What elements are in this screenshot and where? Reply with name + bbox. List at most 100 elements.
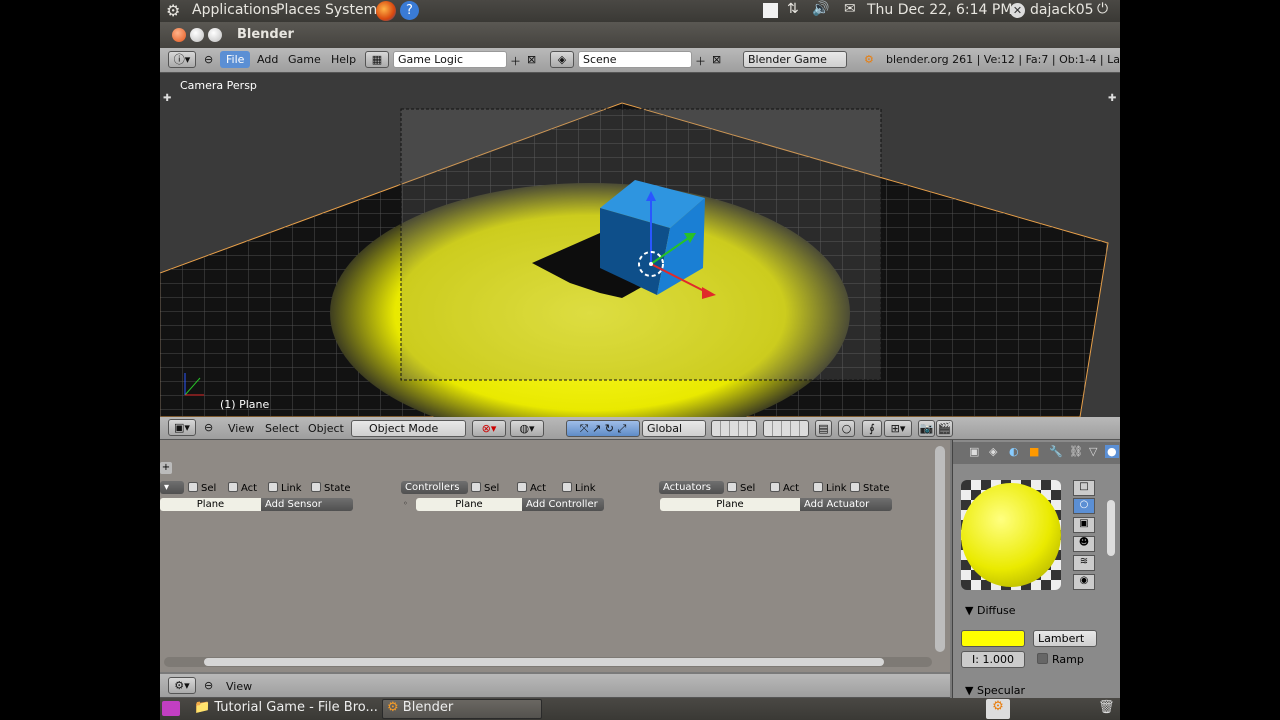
sensors-dropdown[interactable]: ▾ xyxy=(160,481,184,494)
minimize-window-button[interactable] xyxy=(190,28,204,42)
delete-scene-icon[interactable]: ⊠ xyxy=(712,53,721,66)
scene-icon[interactable]: ◈ xyxy=(550,51,574,68)
add-actuator-button[interactable]: Add Actuator xyxy=(800,498,892,511)
scene-tab-icon[interactable]: ◈ xyxy=(989,445,997,458)
clock[interactable]: Thu Dec 22, 6:14 PM xyxy=(867,2,1012,18)
ubuntu-logo-icon[interactable]: ⚙ xyxy=(166,1,180,20)
controllers-link-check[interactable]: Link xyxy=(562,482,595,494)
menu-game[interactable]: Game xyxy=(288,53,321,66)
add-scene-icon[interactable]: ＋ xyxy=(695,53,706,69)
add-controller-button[interactable]: Add Controller xyxy=(522,498,604,511)
menu-select[interactable]: Select xyxy=(265,422,299,435)
taskbar-item-blender[interactable]: ⚙ Blender xyxy=(382,699,542,719)
interaction-mode-select[interactable]: Object Mode xyxy=(351,420,466,437)
preview-monkey-button[interactable]: ☻ xyxy=(1073,536,1095,552)
controllers-act-check[interactable]: Act xyxy=(517,482,546,494)
preview-cube-button[interactable]: ▣ xyxy=(1073,517,1095,533)
volume-icon[interactable]: 🔊 xyxy=(812,1,829,17)
vertical-scrollbar[interactable] xyxy=(935,446,945,652)
controller-pin-icon[interactable]: ◦ xyxy=(403,499,408,508)
corner-plus-icon[interactable]: ✚ xyxy=(163,93,171,104)
layers-grid-1[interactable] xyxy=(711,420,757,437)
show-desktop-icon[interactable] xyxy=(162,701,180,716)
diffuse-intensity-field[interactable]: I: 1.000 xyxy=(961,651,1025,668)
sensors-link-check[interactable]: Link xyxy=(268,482,301,494)
collapse-icon[interactable]: ⊖ xyxy=(204,53,213,66)
actuators-state-check[interactable]: State xyxy=(850,482,889,494)
applications-menu[interactable]: Applications xyxy=(192,2,278,18)
controllers-dropdown[interactable]: Controllers xyxy=(401,481,468,494)
screen-layout-field[interactable]: Game Logic xyxy=(393,51,507,68)
constraint-tab-icon[interactable]: ⛓ xyxy=(1069,445,1083,458)
power-icon[interactable]: ⏻ xyxy=(1097,1,1108,17)
pivot-select[interactable]: ◍▾ xyxy=(510,420,544,437)
menu-view[interactable]: View xyxy=(226,680,252,693)
actuators-dropdown[interactable]: Actuators xyxy=(659,481,724,494)
corner-plus-icon[interactable]: ✚ xyxy=(1108,93,1116,104)
menu-object[interactable]: Object xyxy=(308,422,344,435)
3d-viewport[interactable]: Camera Persp (1) Plane ✚ ✚ xyxy=(160,73,1120,417)
editor-type-button[interactable]: ⓘ▾ xyxy=(168,51,196,68)
close-window-button[interactable] xyxy=(172,28,186,42)
menu-file[interactable]: File xyxy=(220,51,251,68)
snap-icon[interactable]: ∮ xyxy=(862,420,882,437)
add-region-icon[interactable]: + xyxy=(160,462,172,474)
menu-view[interactable]: View xyxy=(228,422,254,435)
world-tab-icon[interactable]: ◐ xyxy=(1009,445,1019,458)
ramp-checkbox[interactable]: Ramp xyxy=(1037,653,1084,666)
blender-tray-icon[interactable]: ⚙ xyxy=(986,699,1010,719)
sensors-act-check[interactable]: Act xyxy=(228,482,257,494)
render-engine-select[interactable]: Blender Game xyxy=(743,51,847,68)
firefox-icon[interactable] xyxy=(376,1,396,21)
scene-field[interactable]: Scene xyxy=(578,51,692,68)
render-tab-icon[interactable]: ▣ xyxy=(969,445,979,458)
properties-editor[interactable]: ▣ ◈ ◐ ■ 🔧 ⛓ ▽ ● □ ○ ▣ ☻ ≋ ◉ ▼ Diffuse La… xyxy=(952,440,1120,698)
system-menu[interactable]: System xyxy=(325,2,377,18)
editor-type-button[interactable]: ⚙▾ xyxy=(168,677,196,694)
user-menu[interactable]: dajack05 xyxy=(1030,2,1094,18)
transform-orientation-select[interactable]: Global xyxy=(642,420,706,437)
actuators-act-check[interactable]: Act xyxy=(770,482,799,494)
add-screen-icon[interactable]: ＋ xyxy=(510,53,521,69)
menu-add[interactable]: Add xyxy=(257,53,278,66)
diffuse-shader-select[interactable]: Lambert xyxy=(1033,630,1097,647)
collapse-icon[interactable]: ⊖ xyxy=(204,421,213,434)
proportional-edit-icon[interactable]: ○ xyxy=(838,420,855,437)
user-status-icon[interactable]: ✕ xyxy=(1010,3,1025,18)
controllers-sel-check[interactable]: Sel xyxy=(471,482,499,494)
layers-grid-2[interactable] xyxy=(763,420,809,437)
material-tab-icon[interactable]: ● xyxy=(1105,445,1119,458)
actuators-sel-check[interactable]: Sel xyxy=(727,482,755,494)
editor-type-button[interactable]: ▣▾ xyxy=(168,419,196,436)
places-menu[interactable]: Places xyxy=(276,2,321,18)
maximize-window-button[interactable] xyxy=(208,28,222,42)
lock-camera-icon[interactable]: ▤ xyxy=(815,420,832,437)
menu-help[interactable]: Help xyxy=(331,53,356,66)
network-icon[interactable]: ⇅ xyxy=(787,1,799,17)
collapse-icon[interactable]: ⊖ xyxy=(204,679,213,692)
manipulator-toggle[interactable]: ⤧ ↗ ↻ ⤢ xyxy=(566,420,640,437)
actuators-link-check[interactable]: Link xyxy=(813,482,846,494)
diffuse-panel-header[interactable]: ▼ Diffuse xyxy=(965,604,1016,617)
preview-sphere-button[interactable]: ○ xyxy=(1073,498,1095,514)
preview-sky-button[interactable]: ◉ xyxy=(1073,574,1095,590)
sensors-sel-check[interactable]: Sel xyxy=(188,482,216,494)
object-tab-icon[interactable]: ■ xyxy=(1029,445,1039,458)
delete-screen-icon[interactable]: ⊠ xyxy=(527,53,536,66)
modifier-tab-icon[interactable]: 🔧 xyxy=(1049,445,1063,458)
diffuse-color-swatch[interactable] xyxy=(961,630,1025,647)
logic-editor[interactable]: + ▾ Sel Act Link State Plane Add Sensor … xyxy=(160,440,950,672)
trash-icon[interactable]: 🗑 xyxy=(1098,700,1115,715)
help-icon[interactable]: ? xyxy=(400,1,419,20)
preview-flat-button[interactable]: □ xyxy=(1073,480,1095,496)
snap-element-select[interactable]: ⊞▾ xyxy=(884,420,912,437)
shading-select[interactable]: ⊗▾ xyxy=(472,420,506,437)
horizontal-scrollbar-thumb[interactable] xyxy=(204,658,884,666)
mail-icon[interactable]: ✉ xyxy=(844,1,856,17)
screen-layout-icon[interactable]: ▦ xyxy=(365,51,389,68)
render-opengl-icon[interactable]: 📷 xyxy=(918,420,935,437)
render-anim-icon[interactable]: 🎬 xyxy=(936,420,953,437)
add-sensor-button[interactable]: Add Sensor xyxy=(261,498,353,511)
sensors-state-check[interactable]: State xyxy=(311,482,350,494)
taskbar-item-file-browser[interactable]: 📁 Tutorial Game - File Bro... xyxy=(194,700,378,718)
